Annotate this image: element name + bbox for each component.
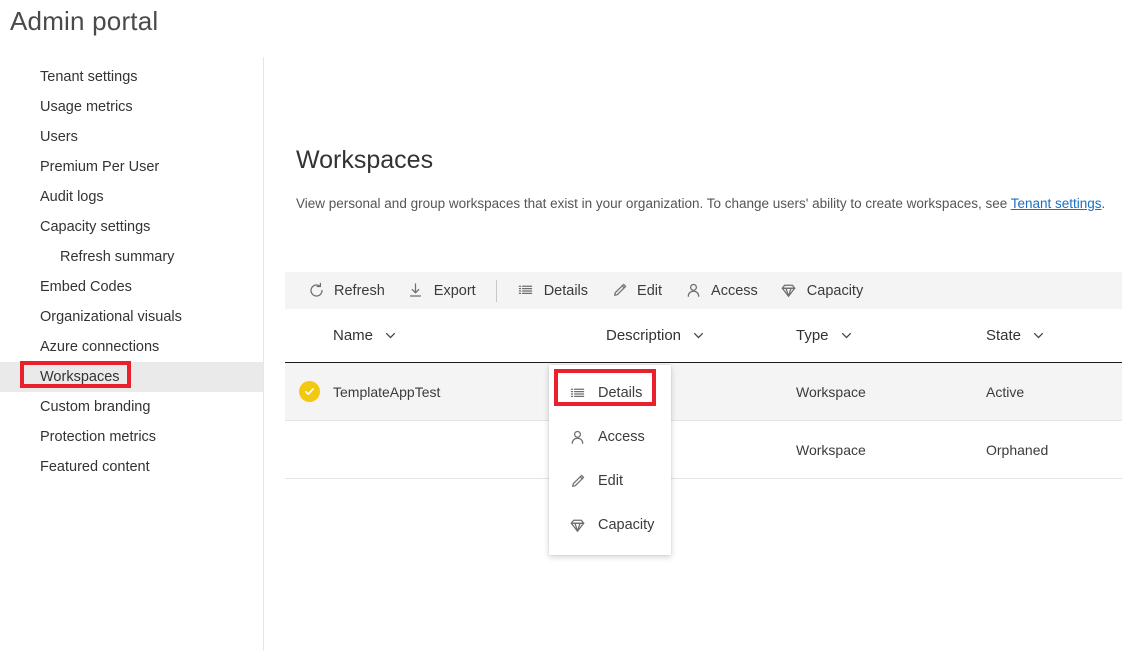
- sidebar-item-label: Capacity settings: [40, 219, 150, 235]
- content-header: Workspaces View personal and group works…: [296, 145, 1096, 213]
- sidebar-item-refresh-summary[interactable]: Refresh summary: [0, 242, 263, 272]
- cell-type: Workspace: [796, 384, 986, 400]
- row-status-cell: [285, 381, 333, 402]
- sidebar-item-label: Tenant settings: [40, 69, 138, 85]
- column-header-type[interactable]: Type: [796, 327, 986, 344]
- sidebar-item-label: Audit logs: [40, 189, 104, 205]
- cell-type: Workspace: [796, 442, 986, 458]
- context-menu-item-access[interactable]: Access: [549, 415, 671, 459]
- sidebar-item-embed-codes[interactable]: Embed Codes: [0, 272, 263, 302]
- active-check-icon: [299, 381, 320, 402]
- context-menu-item-label: Details: [598, 385, 642, 401]
- sidebar-item-label: Usage metrics: [40, 99, 133, 115]
- column-header-label: Type: [796, 327, 829, 344]
- cell-state: Active: [986, 384, 1122, 400]
- description-text-after: .: [1102, 196, 1106, 211]
- diamond-icon: [780, 282, 798, 300]
- context-menu-item-label: Capacity: [598, 517, 654, 533]
- sidebar-item-label: Custom branding: [40, 399, 150, 415]
- sidebar-item-label: Workspaces: [40, 369, 120, 385]
- sidebar-item-label: Protection metrics: [40, 429, 156, 445]
- left-navigation-sidebar: Tenant settings Usage metrics Users Premium…: [0, 57, 264, 651]
- sidebar-item-featured-content[interactable]: Featured content: [0, 452, 263, 482]
- sidebar-item-label: Refresh summary: [60, 249, 174, 265]
- column-header-label: Name: [333, 327, 373, 344]
- edit-button[interactable]: Edit: [599, 272, 673, 309]
- context-menu-item-edit[interactable]: Edit: [549, 459, 671, 503]
- sidebar-item-label: Organizational visuals: [40, 309, 182, 325]
- diamond-icon: [568, 516, 586, 534]
- refresh-button[interactable]: Refresh: [296, 272, 396, 309]
- refresh-label: Refresh: [334, 283, 385, 299]
- person-icon: [568, 428, 586, 446]
- column-header-label: State: [986, 327, 1021, 344]
- main-content: Workspaces View personal and group works…: [264, 57, 1122, 651]
- context-menu-item-details[interactable]: Details: [549, 371, 671, 415]
- sidebar-item-usage-metrics[interactable]: Usage metrics: [0, 92, 263, 122]
- access-label: Access: [711, 283, 758, 299]
- details-label: Details: [544, 283, 588, 299]
- export-icon: [407, 282, 425, 300]
- toolbar-divider: [496, 280, 497, 302]
- table-body: TemplateAppTestWorkspaceActiveWorkspaceO…: [285, 363, 1122, 479]
- command-bar: Refresh Export Details Edit: [285, 272, 1122, 309]
- list-icon: [568, 384, 586, 402]
- cell-state: Orphaned: [986, 442, 1122, 458]
- table-row[interactable]: WorkspaceOrphaned: [285, 421, 1122, 479]
- pencil-icon: [568, 472, 586, 490]
- workspaces-description: View personal and group workspaces that …: [296, 195, 1096, 213]
- column-header-description[interactable]: Description: [606, 327, 796, 344]
- sidebar-item-audit-logs[interactable]: Audit logs: [0, 182, 263, 212]
- context-menu-item-capacity[interactable]: Capacity: [549, 503, 671, 547]
- column-header-name[interactable]: Name: [333, 327, 606, 344]
- column-header-label: Description: [606, 327, 681, 344]
- list-icon: [517, 282, 535, 300]
- access-button[interactable]: Access: [673, 272, 769, 309]
- person-icon: [684, 282, 702, 300]
- table-row[interactable]: TemplateAppTestWorkspaceActive: [285, 363, 1122, 421]
- tenant-settings-link[interactable]: Tenant settings: [1011, 196, 1102, 211]
- chevron-down-icon[interactable]: [692, 329, 705, 342]
- sidebar-item-custom-branding[interactable]: Custom branding: [0, 392, 263, 422]
- sidebar-item-label: Featured content: [40, 459, 150, 475]
- chevron-down-icon[interactable]: [1032, 329, 1045, 342]
- workspaces-table: Name Description Type State TemplateAppTest…: [285, 309, 1122, 479]
- details-button[interactable]: Details: [506, 272, 599, 309]
- table-header-row: Name Description Type State: [285, 309, 1122, 363]
- sidebar-item-label: Embed Codes: [40, 279, 132, 295]
- column-header-state[interactable]: State: [986, 327, 1122, 344]
- sidebar-item-label: Premium Per User: [40, 159, 159, 175]
- edit-label: Edit: [637, 283, 662, 299]
- sidebar-item-users[interactable]: Users: [0, 122, 263, 152]
- sidebar-item-tenant-settings[interactable]: Tenant settings: [0, 62, 263, 92]
- sidebar-item-premium-per-user[interactable]: Premium Per User: [0, 152, 263, 182]
- refresh-icon: [307, 282, 325, 300]
- export-label: Export: [434, 283, 476, 299]
- sidebar-item-workspaces[interactable]: Workspaces: [0, 362, 263, 392]
- admin-portal-page: Admin portal Tenant settings Usage metric…: [0, 0, 1122, 651]
- sidebar-item-label: Azure connections: [40, 339, 159, 355]
- context-menu-item-label: Access: [598, 429, 645, 445]
- chevron-down-icon[interactable]: [840, 329, 853, 342]
- sidebar-item-capacity-settings[interactable]: Capacity settings: [0, 212, 263, 242]
- sidebar-item-label: Users: [40, 129, 78, 145]
- capacity-label: Capacity: [807, 283, 863, 299]
- export-button[interactable]: Export: [396, 272, 487, 309]
- sidebar-item-organizational-visuals[interactable]: Organizational visuals: [0, 302, 263, 332]
- page-title: Admin portal: [10, 6, 158, 37]
- sidebar-item-azure-connections[interactable]: Azure connections: [0, 332, 263, 362]
- description-text-before: View personal and group workspaces that …: [296, 196, 1011, 211]
- context-menu-item-label: Edit: [598, 473, 623, 489]
- row-context-menu: Details Access Edit Capacity: [549, 365, 671, 555]
- chevron-down-icon[interactable]: [384, 329, 397, 342]
- nav-list: Tenant settings Usage metrics Users Premium…: [0, 57, 263, 482]
- pencil-icon: [610, 282, 628, 300]
- sidebar-item-protection-metrics[interactable]: Protection metrics: [0, 422, 263, 452]
- capacity-button[interactable]: Capacity: [769, 272, 874, 309]
- workspaces-heading: Workspaces: [296, 145, 1096, 175]
